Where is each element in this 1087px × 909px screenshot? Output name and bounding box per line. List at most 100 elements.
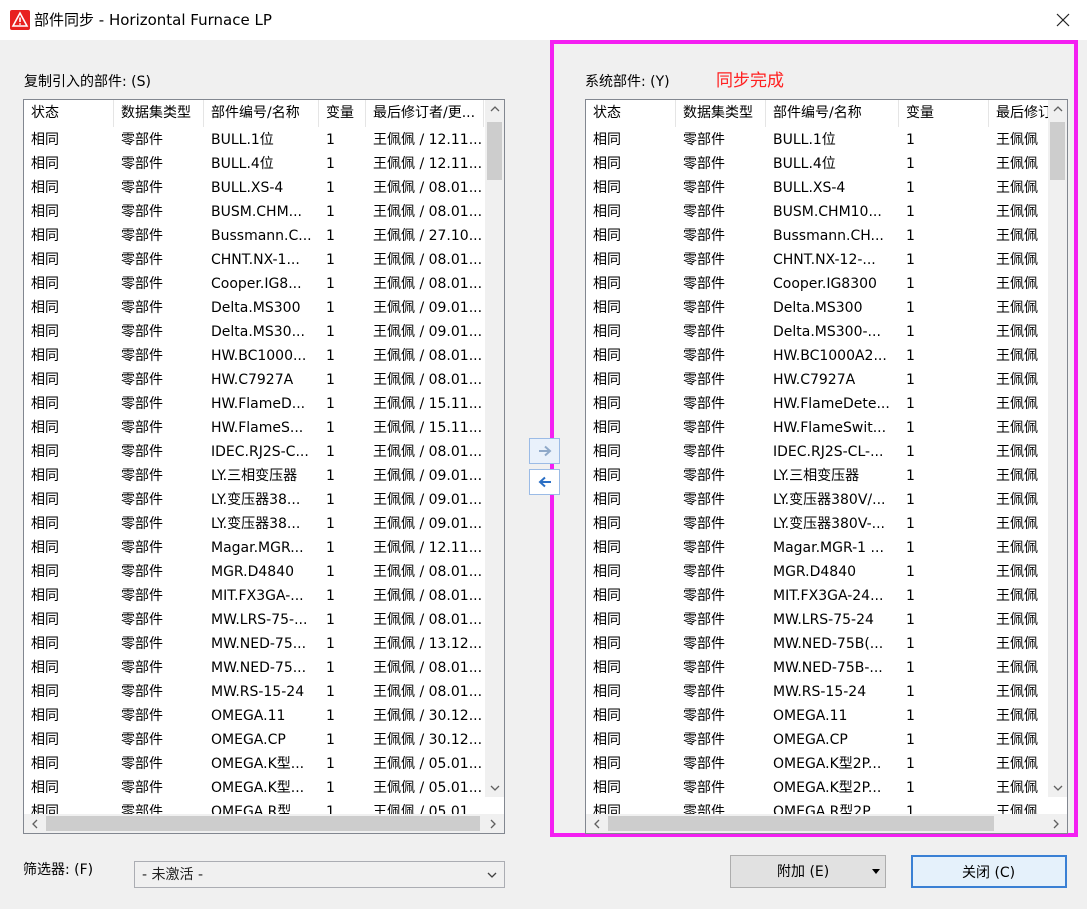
table-row[interactable]: 相同 零部件 HW.C7927A 1 王佩佩: [586, 368, 1049, 392]
table-row[interactable]: 相同 零部件 MW.NED-75B(... 1 王佩佩: [586, 632, 1049, 656]
table-row[interactable]: 相同 零部件 OMEGA.K型2P... 1 王佩佩: [586, 776, 1049, 800]
table-row[interactable]: 相同 零部件 OMEGA.CP 1 王佩佩: [586, 728, 1049, 752]
column-header[interactable]: 数据集类型: [676, 100, 766, 127]
table-row[interactable]: 相同 零部件 Magar.MGR... 1 王佩佩 / 12.11...: [24, 536, 484, 560]
table-row[interactable]: 相同 零部件 LY.三相变压器 1 王佩佩 / 09.01...: [24, 464, 484, 488]
left-vertical-scrollbar[interactable]: [485, 100, 504, 797]
right-vscroll-thumb[interactable]: [1050, 122, 1065, 180]
scroll-right-icon[interactable]: [484, 815, 502, 833]
table-cell: 王佩佩: [996, 612, 1038, 628]
table-row[interactable]: 相同 零部件 BULL.4位 1 王佩佩: [586, 152, 1049, 176]
table-row[interactable]: 相同 零部件 Cooper.IG8... 1 王佩佩 / 08.01...: [24, 272, 484, 296]
table-row[interactable]: 相同 零部件 MW.RS-15-24 1 王佩佩: [586, 680, 1049, 704]
table-row[interactable]: 相同 零部件 CHNT.NX-12-... 1 王佩佩: [586, 248, 1049, 272]
table-row[interactable]: 相同 零部件 BUSM.CHM10... 1 王佩佩: [586, 200, 1049, 224]
column-header[interactable]: 数据集类型: [114, 100, 204, 127]
table-row[interactable]: 相同 零部件 MW.NED-75... 1 王佩佩 / 13.12...: [24, 632, 484, 656]
table-row[interactable]: 相同 零部件 HW.C7927A 1 王佩佩 / 08.01...: [24, 368, 484, 392]
table-row[interactable]: 相同 零部件 OMEGA.11 1 王佩佩 / 30.12...: [24, 704, 484, 728]
table-row[interactable]: 相同 零部件 Cooper.IG8300 1 王佩佩: [586, 272, 1049, 296]
right-horizontal-scrollbar[interactable]: [586, 814, 1067, 833]
table-row[interactable]: 相同 零部件 BUSM.CHM... 1 王佩佩 / 08.01...: [24, 200, 484, 224]
table-row[interactable]: 相同 零部件 LY.变压器380V/... 1 王佩佩: [586, 488, 1049, 512]
table-row[interactable]: 相同 零部件 BULL.XS-4 1 王佩佩: [586, 176, 1049, 200]
table-cell: 1: [906, 132, 915, 148]
left-hscroll-thumb[interactable]: [46, 816, 480, 831]
column-header[interactable]: 部件编号/名称: [766, 100, 899, 127]
table-row[interactable]: 相同 零部件 MGR.D4840 1 王佩佩 / 08.01...: [24, 560, 484, 584]
table-cell: 1: [906, 300, 915, 316]
table-row[interactable]: 相同 零部件 Delta.MS300 1 王佩佩: [586, 296, 1049, 320]
table-row[interactable]: 相同 零部件 HW.BC1000... 1 王佩佩 / 08.01...: [24, 344, 484, 368]
table-row[interactable]: 相同 零部件 Delta.MS30... 1 王佩佩 / 09.01...: [24, 320, 484, 344]
table-row[interactable]: 相同 零部件 BULL.4位 1 王佩佩 / 12.11...: [24, 152, 484, 176]
table-cell: 王佩佩: [996, 516, 1038, 532]
table-cell: 相同: [593, 324, 621, 340]
scroll-left-icon[interactable]: [26, 815, 44, 833]
left-parts-list[interactable]: 状态 数据集类型 部件编号/名称 变量 最后修订者/更... 相同 零部件 BULL.1位 1…: [23, 99, 505, 834]
close-button[interactable]: 关闭 (C): [911, 855, 1067, 888]
table-row[interactable]: 相同 零部件 Magar.MGR-1 ... 1 王佩佩: [586, 536, 1049, 560]
table-row[interactable]: 相同 零部件 Bussmann.CH... 1 王佩佩: [586, 224, 1049, 248]
column-header[interactable]: 变量: [319, 100, 366, 127]
table-row[interactable]: 相同 零部件 HW.FlameS... 1 王佩佩 / 15.11...: [24, 416, 484, 440]
column-header[interactable]: 变量: [899, 100, 989, 127]
table-row[interactable]: 相同 零部件 LY.三相变压器 1 王佩佩: [586, 464, 1049, 488]
right-vertical-scrollbar[interactable]: [1048, 100, 1067, 797]
table-row[interactable]: 相同 零部件 MW.RS-15-24 1 王佩佩 / 08.01...: [24, 680, 484, 704]
column-header[interactable]: 状态: [24, 100, 114, 127]
table-row[interactable]: 相同 零部件 MW.LRS-75-24 1 王佩佩: [586, 608, 1049, 632]
table-row[interactable]: 相同 零部件 LY.变压器38... 1 王佩佩 / 09.01...: [24, 488, 484, 512]
table-row[interactable]: 相同 零部件 HW.FlameSwit... 1 王佩佩: [586, 416, 1049, 440]
table-row[interactable]: 相同 零部件 BULL.1位 1 王佩佩: [586, 128, 1049, 152]
scroll-left-icon[interactable]: [588, 815, 606, 833]
table-row[interactable]: 相同 零部件 LY.变压器380V-... 1 王佩佩: [586, 512, 1049, 536]
left-vscroll-thumb[interactable]: [487, 122, 502, 180]
table-row[interactable]: 相同 零部件 OMEGA.K型... 1 王佩佩 / 05.01...: [24, 752, 484, 776]
scroll-up-icon[interactable]: [1049, 100, 1067, 118]
right-parts-list[interactable]: 状态 数据集类型 部件编号/名称 变量 最后修订 相同 零部件 BULL.1位 1 王佩佩 相同零…: [585, 99, 1068, 834]
column-header[interactable]: 最后修订者/更...: [366, 100, 484, 127]
table-row[interactable]: 相同 零部件 OMEGA.CP 1 王佩佩 / 30.12...: [24, 728, 484, 752]
column-header[interactable]: 部件编号/名称: [204, 100, 319, 127]
table-row[interactable]: 相同 零部件 Bussmann.C... 1 王佩佩 / 27.10...: [24, 224, 484, 248]
copy-to-project-button[interactable]: [529, 469, 560, 495]
table-row[interactable]: 相同 零部件 MW.NED-75B-... 1 王佩佩: [586, 656, 1049, 680]
table-row[interactable]: 相同 零部件 CHNT.NX-1... 1 王佩佩 / 08.01...: [24, 248, 484, 272]
table-row[interactable]: 相同 零部件 MW.NED-75... 1 王佩佩 / 08.01...: [24, 656, 484, 680]
copy-to-system-button[interactable]: [529, 438, 560, 464]
table-row[interactable]: 相同 零部件 Delta.MS300 1 王佩佩 / 09.01...: [24, 296, 484, 320]
table-row[interactable]: 相同 零部件 OMEGA.K型... 1 王佩佩 / 05.01...: [24, 776, 484, 800]
dropdown-triangle-icon[interactable]: [872, 869, 880, 874]
filter-select[interactable]: - 未激活 -: [134, 861, 505, 888]
right-hscroll-thumb[interactable]: [608, 816, 994, 831]
table-row[interactable]: 相同 零部件 HW.FlameD... 1 王佩佩 / 15.11...: [24, 392, 484, 416]
add-button[interactable]: 附加 (E): [730, 855, 886, 888]
scroll-right-icon[interactable]: [1047, 815, 1065, 833]
scroll-down-icon[interactable]: [1049, 779, 1067, 797]
table-row[interactable]: 相同 零部件 IDEC.RJ2S-CL-... 1 王佩佩: [586, 440, 1049, 464]
window-close-icon[interactable]: [1049, 6, 1077, 34]
table-cell: 零部件: [121, 564, 163, 580]
table-row[interactable]: 相同 零部件 MIT.FX3GA-24... 1 王佩佩: [586, 584, 1049, 608]
table-cell: 零部件: [121, 348, 163, 364]
table-row[interactable]: 相同 零部件 BULL.1位 1 王佩佩 / 12.11...: [24, 128, 484, 152]
left-horizontal-scrollbar[interactable]: [24, 814, 504, 833]
table-row[interactable]: 相同 零部件 MIT.FX3GA-... 1 王佩佩 / 08.01...: [24, 584, 484, 608]
table-cell: 王佩佩 / 30.12...: [373, 732, 483, 748]
column-header[interactable]: 最后修订: [989, 100, 1049, 127]
table-row[interactable]: 相同 零部件 LY.变压器38... 1 王佩佩 / 09.01...: [24, 512, 484, 536]
table-row[interactable]: 相同 零部件 MW.LRS-75-... 1 王佩佩 / 08.01...: [24, 608, 484, 632]
scroll-down-icon[interactable]: [486, 779, 504, 797]
table-row[interactable]: 相同 零部件 IDEC.RJ2S-C... 1 王佩佩 / 08.01...: [24, 440, 484, 464]
table-row[interactable]: 相同 零部件 HW.BC1000A2... 1 王佩佩: [586, 344, 1049, 368]
table-row[interactable]: 相同 零部件 Delta.MS300-... 1 王佩佩: [586, 320, 1049, 344]
table-row[interactable]: 相同 零部件 MGR.D4840 1 王佩佩: [586, 560, 1049, 584]
table-row[interactable]: 相同 零部件 OMEGA.11 1 王佩佩: [586, 704, 1049, 728]
column-header[interactable]: 状态: [586, 100, 676, 127]
table-row[interactable]: 相同 零部件 BULL.XS-4 1 王佩佩 / 08.01...: [24, 176, 484, 200]
table-row[interactable]: 相同 零部件 HW.FlameDete... 1 王佩佩: [586, 392, 1049, 416]
table-row[interactable]: 相同 零部件 OMEGA.K型2P... 1 王佩佩: [586, 752, 1049, 776]
scroll-up-icon[interactable]: [486, 100, 504, 118]
table-cell: MW.RS-15-24: [211, 684, 305, 700]
